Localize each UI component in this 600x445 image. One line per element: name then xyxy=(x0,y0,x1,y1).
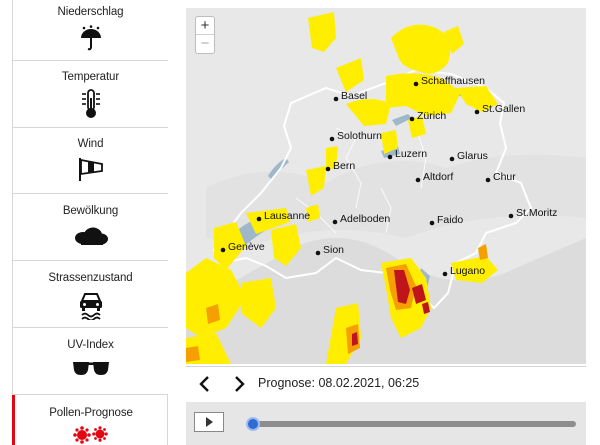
sidebar-item-label: UV-Index xyxy=(67,339,114,351)
city-label: St.Gallen xyxy=(482,103,525,115)
forecast-navigation: Prognose: 08.02.2021, 06:25 xyxy=(186,366,586,400)
forecast-timestamp: Prognose: 08.02.2021, 06:25 xyxy=(258,376,420,390)
next-arrow-icon[interactable] xyxy=(230,374,248,394)
layer-menu: Niederschlag Temperatur Wind Bewölkung S… xyxy=(12,0,168,445)
city-label: Altdorf xyxy=(423,171,453,183)
city-label: St.Moritz xyxy=(516,207,557,219)
city-label: Solothurn xyxy=(337,130,382,142)
cloud-icon xyxy=(74,227,108,245)
zoom-control: + − xyxy=(195,16,215,54)
map-layer-sidebar: Niederschlag Temperatur Wind Bewölkung S… xyxy=(0,0,170,445)
sunglasses-icon xyxy=(72,362,109,375)
sidebar-item-label: Wind xyxy=(77,138,104,150)
sidebar-item-label: Temperatur xyxy=(61,71,120,83)
umbrella-rain-icon xyxy=(80,25,101,51)
zoom-out-button[interactable]: − xyxy=(196,35,214,53)
city-label: Bern xyxy=(333,160,355,172)
sidebar-item-temperatur[interactable]: Temperatur xyxy=(13,61,168,128)
city-label: Chur xyxy=(493,171,516,183)
map-canvas: Basel Schaffhausen Zürich St.Gallen Solo… xyxy=(186,8,586,364)
pollen-map[interactable]: Basel Schaffhausen Zürich St.Gallen Solo… xyxy=(186,8,586,364)
timeline-slider-handle[interactable] xyxy=(246,417,260,431)
city-label: Zürich xyxy=(417,110,446,122)
zoom-in-button[interactable]: + xyxy=(196,17,214,35)
timeline-slider-track[interactable] xyxy=(250,421,576,427)
sidebar-item-strassenzustand[interactable]: Strassenzustand xyxy=(13,261,168,328)
sidebar-item-label: Niederschlag xyxy=(57,6,124,18)
car-road-icon xyxy=(79,293,102,320)
sidebar-item-label: Strassenzustand xyxy=(48,272,133,284)
sidebar-item-uv-index[interactable]: UV-Index xyxy=(13,328,168,395)
previous-arrow-icon[interactable] xyxy=(196,374,214,394)
city-label: Sion xyxy=(323,244,344,256)
city-label: Luzern xyxy=(395,148,427,160)
sidebar-item-wind[interactable]: Wind xyxy=(13,128,168,194)
city-label: Genève xyxy=(228,241,265,253)
city-label: Glarus xyxy=(457,150,488,162)
city-label: Lausanne xyxy=(264,210,310,222)
thermometer-icon xyxy=(81,89,100,118)
city-label: Schaffhausen xyxy=(421,75,485,87)
animation-player xyxy=(186,402,586,445)
windsock-icon xyxy=(78,158,103,181)
play-icon xyxy=(206,417,213,427)
sidebar-item-pollen-prognose[interactable]: Pollen-Prognose xyxy=(12,395,167,445)
city-label: Basel xyxy=(341,90,367,102)
sidebar-item-niederschlag[interactable]: Niederschlag xyxy=(13,0,168,61)
city-label: Faido xyxy=(437,214,463,226)
sidebar-item-label: Bewölkung xyxy=(62,205,119,217)
city-label: Lugano xyxy=(450,265,485,277)
city-label: Adelboden xyxy=(340,213,390,225)
sidebar-margin xyxy=(0,0,12,445)
play-button[interactable] xyxy=(194,412,224,432)
pollen-icon xyxy=(73,426,108,444)
sidebar-item-label: Pollen-Prognose xyxy=(49,407,133,419)
sidebar-item-bewoelkung[interactable]: Bewölkung xyxy=(13,194,168,261)
